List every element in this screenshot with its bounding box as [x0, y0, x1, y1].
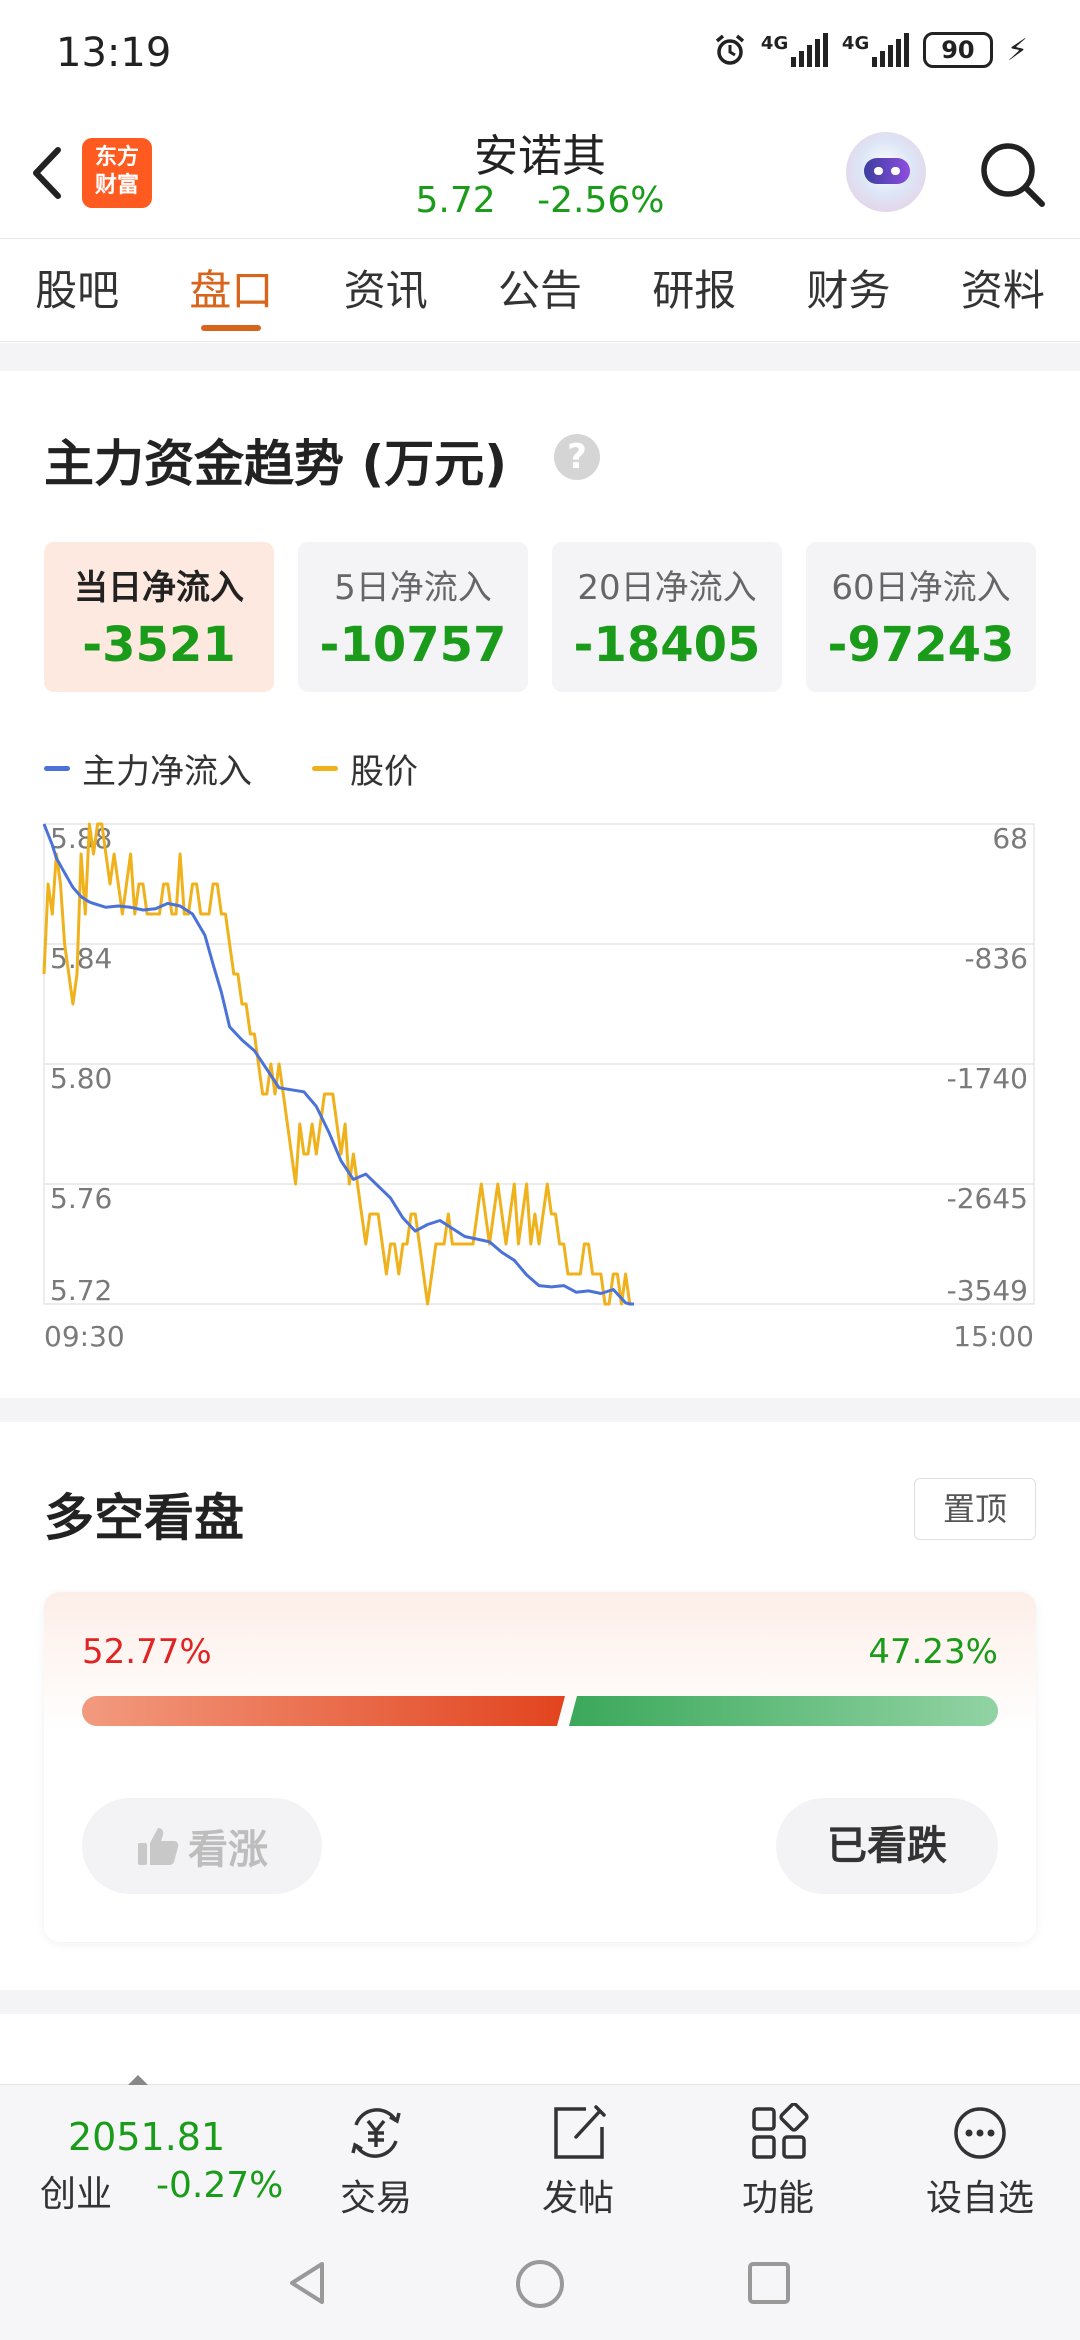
thumbs-up-icon: [138, 1828, 179, 1865]
flow-label: 20日净流入: [577, 568, 757, 608]
signal-2-label: 4G: [841, 33, 870, 54]
battery-icon: 90: [922, 32, 993, 68]
yen-exchange-icon: [351, 2108, 401, 2158]
help-icon[interactable]: ?: [554, 434, 600, 480]
legend-item-inflow: 主力净流入: [44, 744, 252, 793]
signal-icon: 4G: [761, 33, 828, 67]
y-right-tick-label: -836: [964, 942, 1028, 975]
stock-header: 东方 财富 安诺其 5.72 -2.56%: [0, 108, 1080, 238]
legend-item-price: 股价: [312, 744, 418, 793]
robot-assistant-avatar[interactable]: [846, 132, 926, 212]
bearish-button[interactable]: 已看跌: [776, 1798, 998, 1894]
y-left-tick-label: 5.80: [50, 1062, 112, 1095]
net-inflow-20d[interactable]: 20日净流入 -18405: [552, 542, 782, 692]
index-name[interactable]: 创业: [40, 2165, 112, 2217]
y-right-tick-label: 68: [992, 822, 1028, 855]
tab-news[interactable]: 资讯: [309, 239, 463, 341]
search-icon[interactable]: [976, 138, 1048, 210]
capital-flow-chart[interactable]: 5.885.845.805.765.7268-836-1740-2645-354…: [0, 800, 1080, 1360]
net-inflow-5d[interactable]: 5日净流入 -10757: [298, 542, 528, 692]
battery-level: 90: [941, 36, 975, 64]
sentiment-bar: [82, 1696, 998, 1726]
index-value[interactable]: 2051.81: [68, 2115, 225, 2159]
y-left-tick-label: 5.84: [50, 942, 112, 975]
stock-change-pct: -2.56%: [537, 180, 665, 221]
tab-pankou[interactable]: 盘口: [154, 239, 308, 341]
index-change[interactable]: -0.27%: [156, 2165, 283, 2206]
bear-percentage: 47.23%: [868, 1632, 998, 1672]
flow-value: -10757: [319, 617, 507, 673]
flow-value: -97243: [827, 617, 1015, 673]
stock-price: 5.72: [415, 180, 496, 221]
sentiment-title: 多空看盘: [44, 1489, 244, 1547]
tab-finance[interactable]: 财务: [771, 239, 925, 341]
flow-label: 5日净流入: [334, 568, 492, 608]
x-start-label: 09:30: [44, 1320, 125, 1353]
nav-label: 交易: [339, 2178, 412, 2219]
compose-icon: [554, 2105, 606, 2159]
charging-icon: ⚡: [1006, 32, 1028, 68]
flow-value: -18405: [573, 617, 761, 673]
y-left-tick-label: 5.76: [50, 1182, 112, 1215]
recents-square-icon[interactable]: [746, 2260, 792, 2306]
y-right-tick-label: -3549: [947, 1274, 1028, 1307]
net-inflow-today[interactable]: 当日净流入 -3521: [44, 542, 274, 692]
bear-bar: [569, 1696, 998, 1726]
nav-label: 功能: [741, 2178, 814, 2219]
y-left-tick-label: 5.72: [50, 1274, 112, 1307]
nav-add-watchlist[interactable]: 设自选: [900, 2103, 1060, 2221]
status-icons: 4G 4G 90 ⚡: [713, 32, 1028, 68]
tab-profile[interactable]: 资料: [926, 239, 1080, 341]
alarm-icon: [715, 34, 745, 65]
net-inflow-60d[interactable]: 60日净流入 -97243: [806, 542, 1036, 692]
capital-flow-title: 主力资金趋势 (万元): [44, 435, 508, 493]
y-right-tick-label: -1740: [947, 1062, 1028, 1095]
nav-trade[interactable]: 交易: [296, 2103, 456, 2221]
legend-label: 股价: [350, 752, 418, 792]
bull-percentage: 52.77%: [82, 1632, 212, 1672]
tab-bar: 股吧 盘口 资讯 公告 研报 财务 资料: [0, 238, 1080, 342]
legend-label: 主力净流入: [82, 752, 252, 792]
tab-announcements[interactable]: 公告: [463, 239, 617, 341]
section-divider: [0, 1398, 1080, 1422]
x-end-label: 15:00: [953, 1320, 1034, 1353]
nav-label: 发帖: [541, 2178, 614, 2219]
system-nav-bar: [0, 2226, 1080, 2340]
home-circle-icon[interactable]: [514, 2258, 566, 2310]
back-triangle-icon[interactable]: [284, 2258, 330, 2308]
flow-value: -3521: [82, 617, 236, 673]
chart-legend: 主力净流入 股价: [44, 744, 418, 793]
bottom-nav: 2051.81 创业 -0.27% 交易 发帖 功能 设自选: [0, 2075, 1080, 2226]
section-divider: [0, 1990, 1080, 2014]
tab-guba[interactable]: 股吧: [0, 239, 154, 341]
nav-label: 设自选: [925, 2178, 1034, 2219]
legend-swatch: [44, 766, 70, 771]
signal-icon: 4G: [842, 33, 909, 67]
legend-swatch: [312, 766, 338, 771]
nav-features[interactable]: 功能: [698, 2103, 858, 2221]
bullish-button[interactable]: 看涨: [82, 1798, 322, 1894]
grid-icon: [752, 2103, 809, 2159]
tab-research[interactable]: 研报: [617, 239, 771, 341]
status-bar: 13:19 4G 4G 90 ⚡: [0, 0, 1080, 108]
signal-1-label: 4G: [760, 33, 789, 54]
flow-label: 当日净流入: [74, 568, 244, 608]
bull-bar: [82, 1696, 565, 1726]
y-right-tick-label: -2645: [947, 1182, 1028, 1215]
flow-label: 60日净流入: [831, 568, 1011, 608]
pin-top-button[interactable]: 置顶: [914, 1478, 1036, 1540]
nav-post[interactable]: 发帖: [498, 2103, 658, 2221]
bullish-label: 看涨: [188, 1827, 268, 1873]
more-icon: [954, 2107, 1006, 2159]
status-time: 13:19: [56, 30, 172, 76]
net-inflow-selector: 当日净流入 -3521 5日净流入 -10757 20日净流入 -18405 6…: [44, 542, 1036, 692]
sentiment-vote-card: 52.77% 47.23% 看涨 已看跌: [44, 1592, 1036, 1942]
section-divider: [0, 343, 1080, 371]
